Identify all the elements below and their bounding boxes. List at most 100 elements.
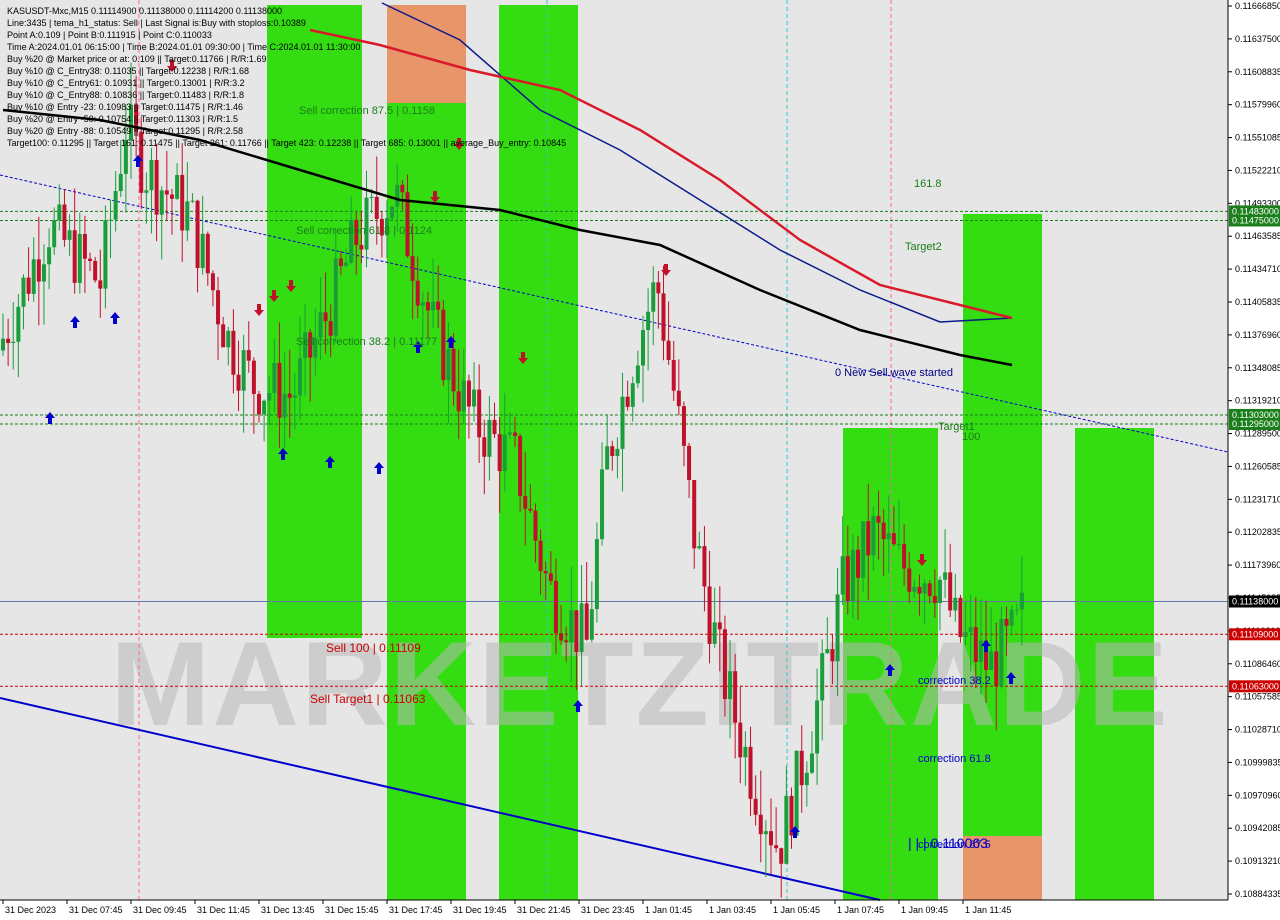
price-tag: 0.11109000 [1229,628,1280,641]
x-tick-label: 1 Jan 07:45 [837,905,884,915]
candle-body [738,722,743,758]
candle-body [769,831,773,846]
candle-body [52,220,57,248]
candle-body [487,419,492,457]
y-tick-label: 0.10999835 [1235,757,1280,767]
candle-body [287,393,292,398]
candle-body [804,772,809,786]
candle-body [123,139,128,174]
x-tick-label: 1 Jan 11:45 [965,905,1011,915]
candle-body [912,586,917,592]
x-tick-label: 31 Dec 2023 [5,905,56,915]
candle-body [902,544,907,569]
x-tick-label: 31 Dec 11:45 [197,905,250,915]
chart-annotation: Target2 [905,241,942,253]
candle-body [702,546,707,587]
candle-body [98,280,103,289]
candle-body [533,510,538,541]
candle-body [410,256,415,281]
x-tick-label: 31 Dec 07:45 [69,905,123,915]
candle-body [687,445,692,481]
stop-zone [387,5,466,103]
candle-body [246,350,251,361]
candle-body [605,446,610,470]
candle-body [292,395,297,398]
chart-annotation: Sell correction 87.5 | 0.1158 [299,105,435,117]
candle-body [840,556,845,595]
candle-body [809,753,814,773]
candle-body [257,393,261,415]
candle-body [221,324,226,348]
y-tick-label: 0.11231710 [1235,494,1280,504]
y-tick-label: 0.11260585 [1235,461,1280,471]
y-tick-label: 0.11202835 [1235,527,1280,537]
candle-body [436,301,441,310]
candle-body [88,258,93,261]
candle-body [231,330,236,375]
y-tick-label: 0.11348085 [1235,363,1280,373]
candle-body [748,746,753,799]
candle-body [779,848,784,864]
candle-body [927,583,932,596]
candle-body [466,380,471,407]
candle-body [697,546,702,549]
price-tag: 0.11138000 [1229,595,1280,608]
candle-body [205,233,210,274]
candle-body [210,273,215,291]
y-tick-label: 0.11608835 [1235,67,1280,77]
candle-body [615,448,620,456]
candle-body [666,340,671,360]
chart-annotation: correction 38.2 [918,675,991,687]
x-tick-label: 31 Dec 15:45 [325,905,379,915]
candle-body [574,610,579,652]
candle-body [932,595,937,603]
y-tick-label: 0.10913210 [1235,856,1280,866]
candle-body [277,362,282,418]
candle-body [835,594,840,662]
candle-body [600,469,605,540]
candle-body [733,671,738,723]
y-tick-label: 0.11666850 [1235,1,1280,11]
candle-body [400,184,405,193]
x-tick-label: 1 Jan 09:45 [901,905,948,915]
x-tick-label: 31 Dec 23:45 [581,905,635,915]
y-tick-label: 0.11289500 [1235,429,1280,439]
chart-annotation: Sell 100 | 0.11109 [326,641,421,655]
candle-body [850,549,855,601]
x-tick-label: 1 Jan 05:45 [773,905,820,915]
price-tag: 0.11295000 [1229,417,1280,430]
chart-canvas[interactable]: MARKETZITRADESell correction 87.5 | 0.11… [0,0,1280,920]
candle-body [431,301,436,311]
candle-body [876,516,881,523]
candle-body [390,206,395,219]
candle-body [262,400,267,415]
y-tick-label: 0.11173960 [1235,560,1280,570]
candle-body [333,258,338,336]
candle-body [722,629,727,700]
candle-body [676,390,681,407]
candle-body [610,446,615,456]
candle-body [267,393,272,401]
y-tick-label: 0.11579960 [1235,100,1280,110]
candle-body [318,312,323,338]
y-tick-label: 0.11028710 [1235,725,1280,735]
candle-body [328,321,333,336]
price-tag-label: 0.11295000 [1232,419,1279,429]
candle-body [62,204,67,240]
candle-body [1009,609,1014,626]
y-tick-label: 0.11434710 [1235,264,1280,274]
candle-body [953,597,958,611]
candle-body [11,341,16,343]
chart-annotation: Sell correction 61.8 | 0.1124 [296,225,432,237]
candle-body [374,196,379,219]
candle-body [891,533,896,545]
x-tick-label: 31 Dec 21:45 [517,905,571,915]
candle-body [16,306,21,342]
candle-body [543,571,548,574]
y-tick-label: 0.11405835 [1235,297,1280,307]
y-tick-label: 0.11551085 [1235,133,1280,143]
candle-body [226,330,231,348]
candle-body [989,651,994,671]
chart-annotation: | | | 0.110063 [908,835,988,851]
candle [441,300,446,387]
